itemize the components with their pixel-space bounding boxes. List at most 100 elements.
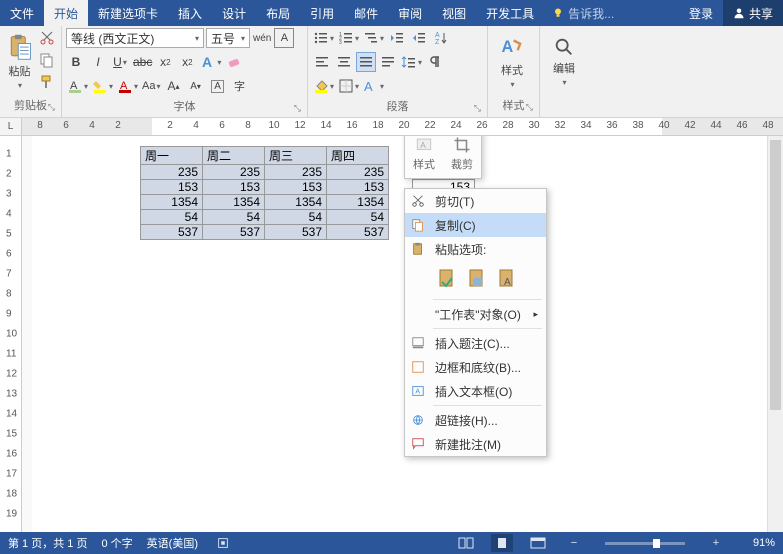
login-button[interactable]: 登录	[679, 0, 723, 26]
table-cell[interactable]: 54	[265, 210, 327, 225]
italic-button[interactable]: I	[88, 52, 108, 72]
status-macro[interactable]	[212, 534, 234, 552]
bullets-button[interactable]: ▾	[312, 28, 335, 48]
superscript-button[interactable]: x2	[177, 52, 197, 72]
table-cell[interactable]: 537	[327, 225, 389, 240]
tab-file[interactable]: 文件	[0, 0, 44, 26]
cut-button[interactable]	[37, 28, 57, 48]
subscript-button[interactable]: x2	[155, 52, 175, 72]
table-cell[interactable]: 1354	[265, 195, 327, 210]
paste-keep-source[interactable]	[435, 265, 459, 291]
table-header[interactable]: 周二	[203, 147, 265, 165]
strikethrough-button[interactable]: abc	[132, 52, 153, 72]
ctx-hyperlink[interactable]: 超链接(H)...	[405, 408, 546, 432]
text-highlight-button[interactable]: A▾	[66, 76, 89, 96]
table-cell[interactable]: 153	[327, 180, 389, 195]
table-cell[interactable]: 153	[265, 180, 327, 195]
shrink-font-button[interactable]: A▾	[186, 76, 206, 96]
table-cell[interactable]: 537	[265, 225, 327, 240]
tab-design[interactable]: 设计	[212, 0, 256, 26]
multilevel-button[interactable]: ▾	[362, 28, 385, 48]
char-scale-button[interactable]: Aa▾	[141, 76, 161, 96]
paste-picture[interactable]	[465, 265, 489, 291]
mini-crop-button[interactable]: 裁剪	[447, 136, 477, 172]
ctx-worksheet-object[interactable]: "工作表"对象(O)▸	[405, 302, 546, 326]
mini-styles-button[interactable]: A 样式	[409, 136, 439, 172]
scrollbar-vertical[interactable]	[767, 136, 783, 532]
tab-references[interactable]: 引用	[300, 0, 344, 26]
char-shading-button[interactable]: 字	[230, 76, 250, 96]
font-name-combo[interactable]: 等线 (西文正文)▾	[66, 28, 204, 48]
view-web[interactable]	[527, 534, 549, 552]
editing-button[interactable]: 编辑 ▾	[544, 28, 584, 94]
table-cell[interactable]: 54	[327, 210, 389, 225]
styles-button[interactable]: A 样式 ▾	[492, 28, 532, 94]
tab-review[interactable]: 审阅	[388, 0, 432, 26]
asian-layout-button[interactable]: A▾	[362, 76, 385, 96]
char-border-button[interactable]: A	[208, 76, 228, 96]
table-cell[interactable]: 1354	[203, 195, 265, 210]
ctx-insert-textbox[interactable]: A插入文本框(O)	[405, 379, 546, 403]
align-justify-button[interactable]	[356, 52, 376, 72]
ruler-vertical[interactable]: 12345678910111213141516171819	[0, 136, 22, 532]
zoom-level[interactable]: 91%	[741, 537, 775, 549]
borders-button[interactable]: ▾	[337, 76, 360, 96]
enclose-chars-button[interactable]: A	[274, 28, 294, 48]
dialog-launcher-icon[interactable]: ⤡	[474, 103, 481, 114]
status-lang[interactable]: 英语(美国)	[147, 535, 198, 551]
table-cell[interactable]: 1354	[141, 195, 203, 210]
zoom-in[interactable]: +	[705, 534, 727, 552]
tab-home[interactable]: 开始	[44, 0, 88, 26]
ctx-cut[interactable]: 剪切(T)	[405, 189, 546, 213]
view-print[interactable]	[491, 534, 513, 552]
line-spacing-button[interactable]: ▾	[400, 52, 423, 72]
format-painter-button[interactable]	[37, 72, 57, 92]
numbering-button[interactable]: 123▾	[337, 28, 360, 48]
table-header[interactable]: 周一	[141, 147, 203, 165]
align-distribute-button[interactable]	[378, 52, 398, 72]
ctx-borders-shading[interactable]: 边框和底纹(B)...	[405, 355, 546, 379]
tab-insert[interactable]: 插入	[168, 0, 212, 26]
table-cell[interactable]: 537	[203, 225, 265, 240]
font-size-combo[interactable]: 五号▾	[206, 28, 250, 48]
font-color-button[interactable]: A▾	[116, 76, 139, 96]
table-cell[interactable]: 537	[141, 225, 203, 240]
clear-format-button[interactable]	[224, 52, 244, 72]
bold-button[interactable]: B	[66, 52, 86, 72]
table-cell[interactable]: 1354	[327, 195, 389, 210]
grow-font-button[interactable]: A▴	[164, 76, 184, 96]
decrease-indent-button[interactable]	[387, 28, 407, 48]
table-cell[interactable]: 235	[327, 165, 389, 180]
table-cell[interactable]: 153	[203, 180, 265, 195]
ctx-copy[interactable]: 复制(C)	[405, 213, 546, 237]
tab-layout[interactable]: 布局	[256, 0, 300, 26]
copy-button[interactable]	[37, 50, 57, 70]
table-header[interactable]: 周四	[327, 147, 389, 165]
ctx-new-comment[interactable]: 新建批注(M)	[405, 432, 546, 456]
status-page[interactable]: 第 1 页，共 1 页	[8, 535, 87, 551]
table-cell[interactable]: 54	[141, 210, 203, 225]
table-cell[interactable]: 235	[265, 165, 327, 180]
underline-button[interactable]: U▾	[110, 52, 130, 72]
view-read[interactable]	[455, 534, 477, 552]
align-left-button[interactable]	[312, 52, 332, 72]
tab-mailings[interactable]: 邮件	[344, 0, 388, 26]
highlight-color-button[interactable]: ▾	[91, 76, 114, 96]
tell-me[interactable]: 告诉我...	[544, 0, 622, 26]
table-header[interactable]: 周三	[265, 147, 327, 165]
ruler-tab-selector[interactable]: L	[0, 118, 22, 136]
ctx-insert-caption[interactable]: 插入题注(C)...	[405, 331, 546, 355]
zoom-thumb[interactable]	[653, 539, 660, 548]
ruler-horizontal[interactable]: L 86422468101214161820222426283032343638…	[0, 118, 783, 136]
sort-button[interactable]: AZ	[431, 28, 451, 48]
dialog-launcher-icon[interactable]: ⤡	[294, 103, 301, 114]
paste-text-only[interactable]: A	[495, 265, 519, 291]
increase-indent-button[interactable]	[409, 28, 429, 48]
align-center-button[interactable]	[334, 52, 354, 72]
share-button[interactable]: 共享	[723, 0, 783, 26]
table-cell[interactable]: 235	[203, 165, 265, 180]
shading-button[interactable]: ▾	[312, 76, 335, 96]
table-cell[interactable]: 235	[141, 165, 203, 180]
tab-view[interactable]: 视图	[432, 0, 476, 26]
show-marks-button[interactable]	[425, 52, 445, 72]
